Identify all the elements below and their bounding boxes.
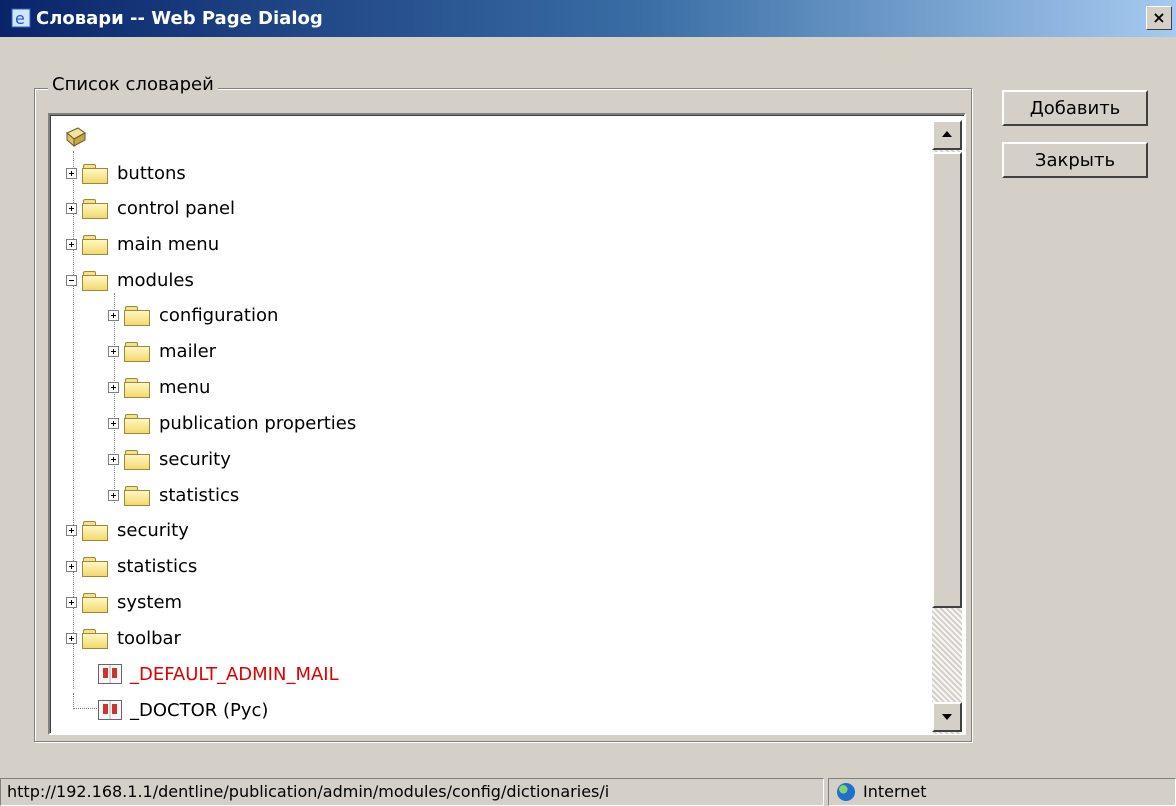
tree-item-label: system — [117, 591, 183, 613]
expand-icon[interactable] — [66, 524, 77, 536]
close-window-button[interactable]: × — [1146, 6, 1172, 30]
window-title: Словари -- Web Page Dialog — [36, 8, 323, 29]
folder-icon — [81, 234, 109, 255]
tree-item-label: menu — [159, 376, 211, 398]
tree-item-label: control panel — [117, 197, 236, 219]
tree-item-label: main menu — [117, 233, 220, 255]
folder-icon — [123, 413, 151, 434]
scroll-down-button[interactable] — [932, 702, 962, 732]
tree-item-label: _DEFAULT_ADMIN_MAIL — [130, 663, 339, 685]
tree-item-label: mailer — [159, 340, 217, 362]
folder-icon — [81, 592, 109, 613]
tree-item[interactable]: main menu — [66, 229, 219, 259]
tree-item[interactable]: toolbar — [66, 623, 181, 653]
zone-label: Internet — [863, 782, 927, 801]
expand-icon[interactable] — [108, 489, 119, 501]
tree-item-label: _DOCTOR (Рус) — [130, 699, 269, 721]
scroll-thumb[interactable] — [932, 152, 962, 608]
tree-item[interactable]: configuration — [108, 300, 278, 330]
expand-icon[interactable] — [66, 596, 77, 608]
expand-icon[interactable] — [108, 345, 119, 357]
folder-icon — [81, 520, 109, 541]
expand-icon[interactable] — [66, 202, 77, 214]
status-url: http://192.168.1.1/dentline/publication/… — [0, 778, 824, 806]
tree-item-label: statistics — [117, 555, 198, 577]
expand-icon[interactable] — [66, 632, 77, 644]
status-bar: http://192.168.1.1/dentline/publication/… — [0, 776, 1176, 806]
expand-icon[interactable] — [108, 309, 119, 321]
scroll-up-button[interactable] — [932, 120, 962, 150]
tree-item-label: security — [159, 448, 231, 470]
svg-text:e: e — [15, 9, 25, 28]
add-button[interactable]: Добавить — [1002, 90, 1148, 126]
groupbox-legend: Список словарей — [48, 74, 218, 95]
tree-item[interactable]: security — [66, 515, 189, 545]
folder-icon — [81, 628, 109, 649]
tree-item[interactable]: statistics — [108, 480, 239, 510]
tree-item-label: toolbar — [117, 627, 181, 649]
tree-item[interactable]: control panel — [66, 193, 235, 223]
folder-icon — [123, 449, 151, 470]
folder-icon — [81, 198, 109, 219]
expand-icon[interactable] — [66, 167, 77, 179]
folder-icon — [81, 556, 109, 577]
arrow-up-icon — [942, 131, 952, 137]
folder-icon — [123, 341, 151, 362]
tree-item[interactable]: modules — [66, 265, 194, 295]
folder-icon — [123, 305, 151, 326]
tree-item[interactable]: system — [66, 587, 182, 617]
tree-item-label: security — [117, 519, 189, 541]
expand-icon[interactable] — [66, 238, 77, 250]
tree-item-label: modules — [117, 269, 194, 291]
folder-icon — [81, 270, 109, 291]
folder-icon — [123, 485, 151, 506]
expand-icon[interactable] — [108, 381, 119, 393]
folder-icon — [81, 163, 109, 184]
globe-icon — [837, 783, 855, 801]
ie-icon: e — [11, 8, 31, 28]
dictionary-book-icon — [98, 664, 122, 684]
close-button[interactable]: Закрыть — [1002, 142, 1148, 178]
tree-item[interactable]: buttons — [66, 158, 186, 188]
arrow-down-icon — [942, 714, 952, 720]
tree-item[interactable]: security — [108, 444, 231, 474]
tree-item[interactable]: statistics — [66, 551, 197, 581]
tree-item-label: buttons — [117, 162, 186, 184]
dictionary-book-icon — [98, 700, 122, 720]
title-bar: e Словари -- Web Page Dialog × — [0, 0, 1176, 37]
tree-item[interactable]: _DOCTOR (Рус) — [98, 695, 268, 725]
expand-icon[interactable] — [108, 453, 119, 465]
tree-item-label: publication properties — [159, 412, 357, 434]
tree-item-label: statistics — [159, 484, 240, 506]
tree-item[interactable]: publication properties — [108, 408, 356, 438]
folder-icon — [123, 377, 151, 398]
expand-icon[interactable] — [66, 560, 77, 572]
security-zone: Internet — [828, 778, 1176, 806]
tree-item-label: configuration — [159, 304, 279, 326]
tree-item[interactable]: menu — [108, 372, 210, 402]
collapse-icon[interactable] — [66, 274, 77, 286]
expand-icon[interactable] — [108, 417, 119, 429]
tree-item[interactable]: mailer — [108, 336, 216, 366]
tree-item[interactable]: _DEFAULT_ADMIN_MAIL — [98, 659, 339, 689]
dictionary-tree[interactable]: buttons control panel main menu modules … — [48, 113, 966, 735]
dictionary-root-icon — [66, 127, 86, 148]
